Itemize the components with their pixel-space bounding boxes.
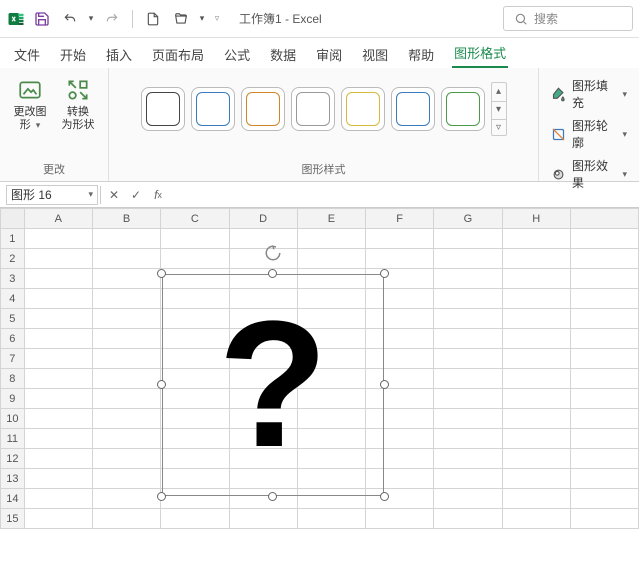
title-bar: ▾ ▾ ▿ 工作簿1 - Excel 搜索 [0, 0, 639, 38]
convert-icon [64, 76, 92, 104]
resize-handle-se[interactable] [380, 492, 389, 501]
convert-to-shape-button[interactable]: 转换为形状 [56, 74, 100, 133]
col-B[interactable]: B [92, 209, 160, 229]
new-file-button[interactable] [141, 7, 165, 31]
tab-shapeformat[interactable]: 图形格式 [452, 39, 508, 68]
shape-fill-button[interactable]: 图形填充▾ [547, 74, 631, 114]
tab-file[interactable]: 文件 [12, 41, 42, 68]
shape-style-7[interactable] [441, 87, 485, 131]
row-2[interactable]: 2 [1, 249, 25, 269]
gallery-expand[interactable]: ▿ [492, 119, 506, 135]
style-gallery-arrows: ▴ ▾ ▿ [491, 82, 507, 136]
col-D[interactable]: D [229, 209, 297, 229]
row-7[interactable]: 7 [1, 349, 25, 369]
save-button[interactable] [30, 7, 54, 31]
open-button[interactable] [169, 7, 193, 31]
confirm-formula-button[interactable]: ✓ [125, 184, 147, 206]
shape-style-6[interactable] [391, 87, 435, 131]
tab-data[interactable]: 数据 [268, 41, 298, 68]
col-C[interactable]: C [161, 209, 229, 229]
tab-view[interactable]: 视图 [360, 41, 390, 68]
row-4[interactable]: 4 [1, 289, 25, 309]
row-3[interactable]: 3 [1, 269, 25, 289]
workbook-title: 工作簿1 - Excel [239, 10, 322, 27]
row-14[interactable]: 14 [1, 489, 25, 509]
shape-glyph: ? [218, 295, 328, 475]
shape-style-4[interactable] [291, 87, 335, 131]
tab-insert[interactable]: 插入 [104, 41, 134, 68]
search-icon [514, 12, 528, 26]
row-12[interactable]: 12 [1, 449, 25, 469]
row-13[interactable]: 13 [1, 469, 25, 489]
qat-separator [132, 10, 133, 28]
cancel-formula-button[interactable]: ✕ [103, 184, 125, 206]
gallery-prev[interactable]: ▴ [492, 83, 506, 99]
col-A[interactable]: A [24, 209, 92, 229]
tab-help[interactable]: 帮助 [406, 41, 436, 68]
resize-handle-s[interactable] [268, 492, 277, 501]
tab-home[interactable]: 开始 [58, 41, 88, 68]
resize-handle-w[interactable] [157, 380, 166, 389]
col-H[interactable]: H [502, 209, 570, 229]
formula-bar: 图形 16 ▾ ✕ ✓ fx [0, 182, 639, 208]
excel-icon [6, 9, 26, 29]
chevron-down-icon: ▾ [88, 189, 93, 200]
redo-button[interactable] [100, 7, 124, 31]
search-box[interactable]: 搜索 [503, 6, 633, 31]
row-5[interactable]: 5 [1, 309, 25, 329]
row-11[interactable]: 11 [1, 429, 25, 449]
worksheet-area: A B C D E F G H 1 2 3 4 5 6 7 8 9 10 11 … [0, 208, 639, 529]
formula-input[interactable] [171, 185, 639, 205]
outline-icon [551, 126, 566, 142]
undo-dropdown[interactable]: ▾ [86, 7, 96, 31]
fill-icon [551, 86, 566, 102]
row-8[interactable]: 8 [1, 369, 25, 389]
shape-body[interactable]: ? [162, 274, 384, 496]
shape-style-1[interactable] [141, 87, 185, 131]
resize-handle-n[interactable] [268, 269, 277, 278]
group-change: 更改图形 ▾ 转换为形状 更改 [0, 68, 109, 181]
fx-button[interactable]: fx [147, 184, 169, 206]
tab-pagelayout[interactable]: 页面布局 [150, 41, 206, 68]
row-10[interactable]: 10 [1, 409, 25, 429]
search-placeholder: 搜索 [534, 10, 558, 27]
col-E[interactable]: E [297, 209, 365, 229]
shape-style-3[interactable] [241, 87, 285, 131]
resize-handle-sw[interactable] [157, 492, 166, 501]
shape-outline-button[interactable]: 图形轮廓▾ [547, 114, 631, 154]
change-graphic-button[interactable]: 更改图形 ▾ [8, 74, 52, 133]
resize-handle-e[interactable] [380, 380, 389, 389]
ribbon: 更改图形 ▾ 转换为形状 更改 ▴ ▾ ▿ 图形样式 [0, 68, 639, 182]
col-G[interactable]: G [434, 209, 502, 229]
group-styles: ▴ ▾ ▿ 图形样式 [109, 68, 539, 181]
select-all-corner[interactable] [1, 209, 25, 229]
name-box[interactable]: 图形 16 ▾ [6, 185, 98, 205]
shape-style-5[interactable] [341, 87, 385, 131]
group-styles-label: 图形样式 [302, 159, 346, 179]
rotate-handle[interactable] [264, 244, 282, 262]
row-1[interactable]: 1 [1, 229, 25, 249]
ribbon-tabs: 文件 开始 插入 页面布局 公式 数据 审阅 视图 帮助 图形格式 [0, 38, 639, 68]
resize-handle-ne[interactable] [380, 269, 389, 278]
row-15[interactable]: 15 [1, 509, 25, 529]
qat-customize[interactable]: ▿ [211, 7, 223, 31]
resize-handle-nw[interactable] [157, 269, 166, 278]
row-9[interactable]: 9 [1, 389, 25, 409]
group-change-label: 更改 [43, 159, 65, 179]
tab-formulas[interactable]: 公式 [222, 41, 252, 68]
shape-style-2[interactable] [191, 87, 235, 131]
open-dropdown[interactable]: ▾ [197, 7, 207, 31]
effects-icon [551, 166, 566, 182]
undo-button[interactable] [58, 7, 82, 31]
row-6[interactable]: 6 [1, 329, 25, 349]
tab-review[interactable]: 审阅 [314, 41, 344, 68]
selected-shape[interactable]: ? [162, 274, 384, 496]
col-F[interactable]: F [366, 209, 434, 229]
gallery-next[interactable]: ▾ [492, 101, 506, 117]
group-shape-format: 图形填充▾ 图形轮廓▾ 图形效果▾ [539, 68, 639, 181]
change-graphic-icon [16, 76, 44, 104]
